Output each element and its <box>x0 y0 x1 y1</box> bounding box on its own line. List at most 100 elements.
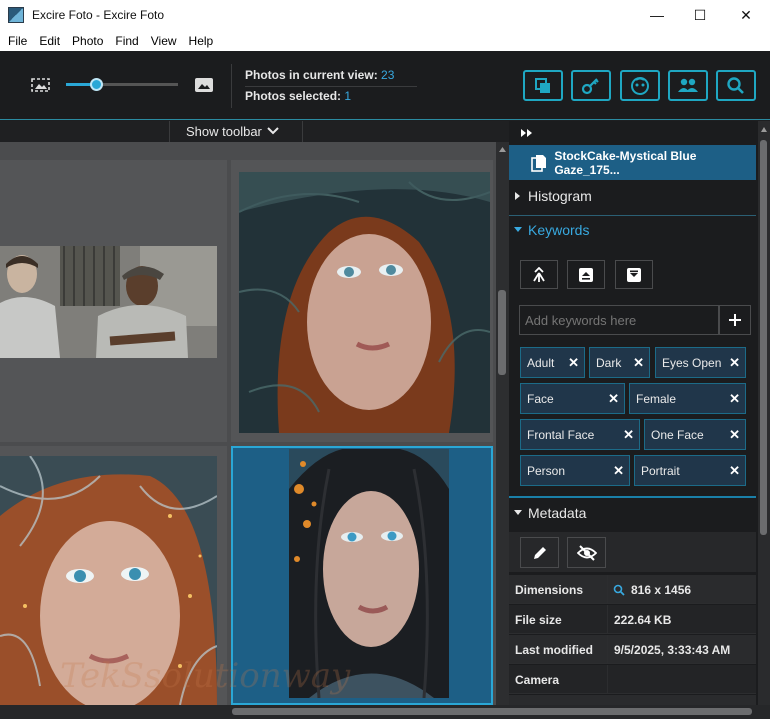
large-thumbnail-icon[interactable] <box>193 76 215 94</box>
merge-keywords-button[interactable] <box>520 260 558 289</box>
keyword-chip-label: Dark <box>596 355 622 370</box>
app-logo-icon <box>8 7 24 23</box>
face-icon <box>631 76 649 95</box>
metadata-row: File size 222.64 KB <box>509 605 756 634</box>
keyword-chip[interactable]: One Face ✕ <box>644 419 746 450</box>
photos-selected-label: Photos selected: <box>245 89 345 103</box>
close-button[interactable]: ✕ <box>723 0 769 30</box>
grid-scrollbar-thumb[interactable] <box>498 290 506 375</box>
minimize-button[interactable]: — <box>634 0 680 30</box>
section-divider <box>509 496 756 498</box>
remove-keyword-icon[interactable]: ✕ <box>729 463 740 479</box>
metadata-row-partial <box>509 695 756 705</box>
maximize-button[interactable]: ☐ <box>677 0 723 30</box>
download-icon <box>627 267 641 282</box>
remove-keyword-icon[interactable]: ✕ <box>608 391 619 407</box>
chevron-down-icon <box>514 227 522 232</box>
chevron-down-icon <box>267 127 279 135</box>
download-keywords-button[interactable] <box>615 260 653 289</box>
key-icon <box>581 77 599 94</box>
keyword-chip[interactable]: Adult ✕ <box>520 347 585 378</box>
face-search-button[interactable] <box>620 70 660 101</box>
remove-keyword-icon[interactable]: ✕ <box>729 427 740 443</box>
metadata-divider <box>607 665 608 694</box>
keyword-chip[interactable]: Frontal Face ✕ <box>520 419 640 450</box>
photo-woman-red-hair-branches[interactable] <box>239 172 490 433</box>
remove-keyword-icon[interactable]: ✕ <box>613 463 624 479</box>
keyword-chip-label: Female <box>636 391 677 406</box>
metadata-section-header[interactable]: Metadata <box>513 505 586 521</box>
histogram-section-header[interactable]: Histogram <box>513 188 592 204</box>
pencil-icon <box>533 546 546 559</box>
edit-metadata-button[interactable] <box>520 537 559 568</box>
metadata-value: 9/5/2025, 3:33:43 AM <box>614 643 731 657</box>
metadata-value: 222.64 KB <box>614 613 672 627</box>
remove-keyword-icon[interactable]: ✕ <box>633 355 644 371</box>
photos-selected-count: 1 <box>344 89 352 103</box>
keyword-chip-label: One Face <box>651 427 704 442</box>
scroll-up-icon[interactable] <box>498 145 507 153</box>
keyword-chip-label: Person <box>527 463 566 478</box>
watermark: TekSsolutionway <box>60 656 351 696</box>
search-icon <box>727 76 744 94</box>
horizontal-scrollbar-thumb[interactable] <box>232 708 752 715</box>
remove-keyword-icon[interactable]: ✕ <box>623 427 634 443</box>
keyword-chip-label: Eyes Open <box>662 355 722 370</box>
keyword-chip[interactable]: Dark ✕ <box>589 347 650 378</box>
menu-file[interactable]: File <box>4 34 31 48</box>
photo-two-men-prison-yard[interactable] <box>0 246 217 358</box>
metadata-row: Camera <box>509 665 756 694</box>
remove-keyword-icon[interactable]: ✕ <box>729 391 740 407</box>
menu-find[interactable]: Find <box>111 34 142 48</box>
section-divider <box>509 215 756 216</box>
metadata-value: 816 x 1456 <box>631 583 692 597</box>
show-toolbar-label: Show toolbar <box>186 124 262 139</box>
photo-two-men-image <box>0 246 217 358</box>
remove-keyword-icon[interactable]: ✕ <box>729 355 740 371</box>
upload-icon <box>579 267 593 282</box>
stat-divider <box>245 86 417 87</box>
menu-bar: File Edit Photo Find View Help <box>0 30 770 51</box>
eye-off-icon <box>576 544 597 561</box>
keyword-chip[interactable]: Portrait ✕ <box>634 455 746 486</box>
small-thumbnail-icon[interactable] <box>30 76 52 94</box>
people-button[interactable] <box>668 70 708 101</box>
menu-help[interactable]: Help <box>185 34 218 48</box>
search-icon[interactable] <box>613 584 625 596</box>
keyword-input[interactable] <box>519 305 719 335</box>
collapse-panel-icon[interactable] <box>520 128 534 138</box>
grid-scrollbar[interactable] <box>496 142 509 705</box>
hide-metadata-button[interactable] <box>567 537 606 568</box>
menu-view[interactable]: View <box>147 34 181 48</box>
keyword-chip[interactable]: Face ✕ <box>520 383 625 414</box>
keywords-label: Keywords <box>528 222 590 238</box>
photo-woman-red-hair-image <box>239 172 490 433</box>
merge-icon <box>533 266 545 282</box>
keyword-chip[interactable]: Female ✕ <box>629 383 746 414</box>
remove-keyword-icon[interactable]: ✕ <box>568 355 579 371</box>
histogram-label: Histogram <box>528 188 592 204</box>
add-keyword-button[interactable] <box>719 305 751 335</box>
menu-edit[interactable]: Edit <box>35 34 64 48</box>
photos-in-view-stat: Photos in current view: 23 <box>245 68 394 82</box>
keyword-chip[interactable]: Eyes Open ✕ <box>655 347 746 378</box>
metadata-key: Camera <box>515 673 560 687</box>
keyword-search-button[interactable] <box>571 70 611 101</box>
panel-scroll-up-icon[interactable] <box>760 125 768 133</box>
search-button[interactable] <box>716 70 756 101</box>
selected-file-row[interactable]: StockCake-Mystical Blue Gaze_175... <box>509 145 756 180</box>
keyword-chip-label: Face <box>527 391 554 406</box>
keyword-chip-label: Adult <box>527 355 555 370</box>
selected-file-name: StockCake-Mystical Blue Gaze_175... <box>554 148 697 177</box>
menu-photo[interactable]: Photo <box>68 34 107 48</box>
copy-button[interactable] <box>523 70 563 101</box>
keyword-chip[interactable]: Person ✕ <box>520 455 630 486</box>
zoom-slider-handle[interactable] <box>90 78 103 91</box>
people-icon <box>678 78 698 92</box>
panel-scrollbar-thumb[interactable] <box>760 140 767 535</box>
keywords-section-header[interactable]: Keywords <box>513 222 589 238</box>
metadata-key: File size <box>515 613 562 627</box>
chevron-right-icon <box>515 192 520 200</box>
toolbar-divider <box>231 64 232 108</box>
upload-keywords-button[interactable] <box>567 260 605 289</box>
